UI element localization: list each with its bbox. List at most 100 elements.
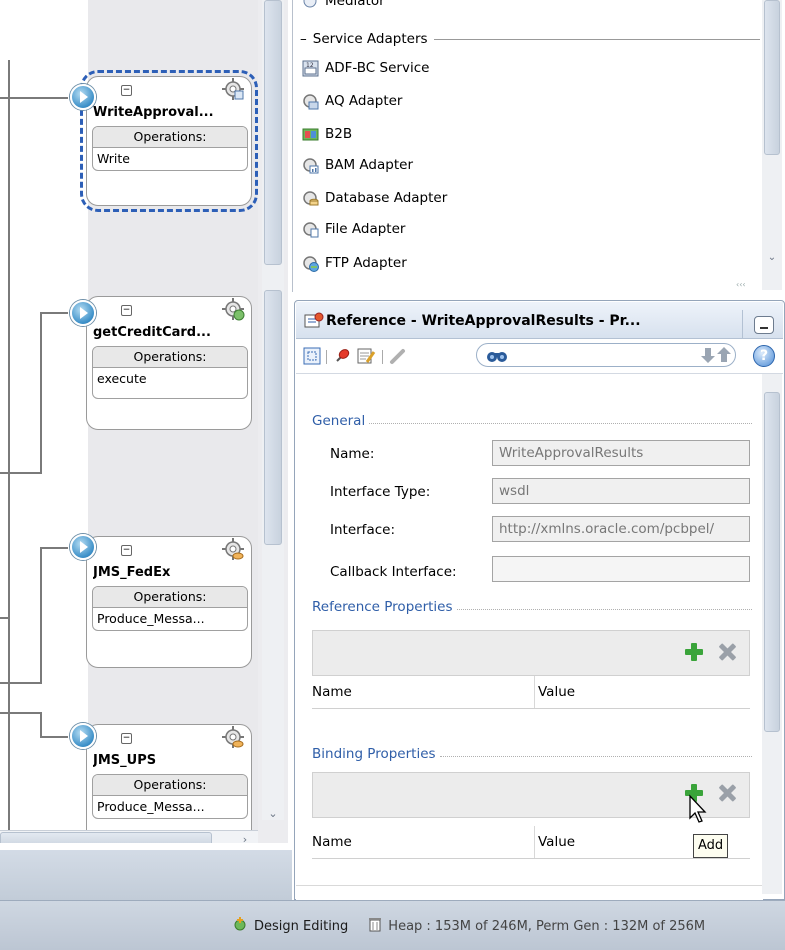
operations-table: Operations: Produce_Messa... [92, 586, 248, 631]
palette-section-service-adapters[interactable]: – Service Adapters [300, 30, 760, 48]
add-property-icon[interactable] [685, 643, 703, 661]
scrollbar-thumb[interactable] [264, 290, 282, 545]
palette-item-label: AQ Adapter [325, 93, 403, 109]
group-heading: General [312, 413, 366, 429]
mouse-pointer-icon [688, 794, 708, 828]
inspector-footer [296, 885, 762, 900]
scroll-right-icon[interactable]: › [236, 832, 254, 843]
inspector-title: Reference - WriteApprovalResults - Pr... [326, 313, 641, 329]
reference-title: JMS_FedEx [93, 565, 171, 580]
name-label: Name: [330, 446, 375, 462]
operations-table: Operations: execute [92, 346, 248, 399]
file-adapter-icon [302, 221, 319, 238]
palette-item-database-adapter[interactable]: Database Adapter [302, 185, 447, 211]
find-previous-up-icon[interactable] [716, 346, 736, 366]
edit-properties-icon[interactable] [356, 346, 376, 366]
collapse-icon[interactable]: − [121, 545, 132, 556]
add-tooltip: Add [693, 834, 729, 858]
composite-canvas[interactable]: − WriteApproval... Operations: Write − g… [0, 0, 288, 843]
operation-item[interactable]: Produce_Messa... [93, 796, 247, 818]
interface-field[interactable]: http://xmlns.oracle.com/pcbpel/ [492, 516, 750, 542]
column-value: Value [538, 684, 576, 700]
delete-property-icon[interactable] [718, 643, 736, 661]
palette-item-aq-adapter[interactable]: AQ Adapter [302, 88, 402, 114]
reference-interface-arrow-icon[interactable] [70, 84, 96, 110]
wire [40, 312, 68, 314]
interface-type-field[interactable]: wsdl [492, 478, 750, 504]
column-divider[interactable] [534, 826, 535, 858]
scrollbar-thumb[interactable] [264, 0, 282, 265]
wire [0, 97, 68, 99]
mediator-icon [302, 0, 319, 10]
group-reference-properties[interactable]: Reference Properties [312, 598, 752, 616]
ftp-adapter-icon [302, 255, 319, 272]
wire [8, 60, 10, 843]
minimize-button[interactable] [754, 316, 774, 334]
scrollbar-thumb[interactable] [0, 832, 212, 843]
svg-text:12: 12 [306, 62, 314, 69]
toolbar-separator [382, 350, 383, 364]
palette-item-file-adapter[interactable]: File Adapter [302, 216, 405, 242]
palette-item-bam-adapter[interactable]: BAM Adapter [302, 152, 413, 178]
property-inspector-icon [304, 312, 324, 334]
collapse-icon[interactable]: − [121, 733, 132, 744]
group-binding-properties[interactable]: Binding Properties [312, 745, 752, 763]
service-gear-icon [221, 297, 245, 325]
reference-title: JMS_UPS [93, 753, 157, 768]
wire [0, 712, 42, 714]
wire [0, 472, 42, 474]
palette-item-ftp-adapter[interactable]: FTP Adapter [302, 250, 407, 276]
pin-icon[interactable] [332, 346, 352, 366]
group-divider [439, 755, 752, 757]
wire [40, 712, 42, 736]
binding-properties-header: Name Value [312, 826, 750, 859]
operation-item[interactable]: Produce_Messa... [93, 608, 247, 630]
resize-grip-icon[interactable]: ‹‹‹ [736, 280, 762, 290]
scroll-down-icon[interactable]: ⌄ [764, 252, 780, 266]
help-button[interactable]: ? [753, 345, 775, 367]
palette-item-b2b[interactable]: B2B [302, 121, 352, 147]
reference-properties-header: Name Value [312, 676, 750, 709]
tab-edge [736, 310, 743, 338]
reference-get-credit-card[interactable]: − getCreditCard... Operations: execute [86, 296, 252, 430]
column-divider[interactable] [534, 676, 535, 708]
b2b-icon [302, 126, 319, 143]
edit-pencil-icon[interactable] [388, 346, 408, 366]
aq-adapter-icon [302, 93, 319, 110]
delete-binding-property-icon[interactable] [718, 784, 736, 802]
collapse-icon[interactable]: − [121, 305, 132, 316]
reference-interface-arrow-icon[interactable] [70, 534, 96, 560]
operation-item[interactable]: Write [93, 148, 247, 170]
garbage-collect-icon[interactable] [368, 916, 382, 936]
name-field[interactable]: WriteApprovalResults [492, 440, 750, 466]
palette-item-label: Mediator [325, 0, 385, 9]
reference-interface-arrow-icon[interactable] [70, 723, 96, 749]
scrollbar-thumb[interactable] [764, 0, 780, 155]
section-divider [433, 38, 760, 40]
interface-type-label: Interface Type: [330, 484, 431, 500]
palette-item-label: BAM Adapter [325, 157, 413, 173]
section-collapse-icon[interactable]: – [300, 31, 307, 47]
palette-item-mediator[interactable]: Mediator [302, 0, 385, 14]
reference-write-approval[interactable]: − WriteApproval... Operations: Write [80, 70, 258, 212]
palette-section-label: Service Adapters [312, 31, 428, 47]
wire [40, 736, 68, 738]
jms-adapter-gear-icon [221, 537, 245, 565]
scroll-down-icon[interactable]: ⌄ [264, 806, 282, 822]
toolbar-separator [326, 350, 327, 364]
palette-item-adf-bc-service[interactable]: 12 ADF-BC Service [302, 55, 429, 81]
group-heading: Binding Properties [312, 746, 436, 762]
reference-jms-fedex[interactable]: − JMS_FedEx Operations: Produce_Messa... [86, 536, 252, 668]
operation-item[interactable]: execute [93, 368, 247, 398]
callback-interface-field[interactable] [492, 556, 750, 582]
find-input[interactable] [476, 343, 736, 367]
scrollbar-thumb[interactable] [764, 392, 780, 732]
interface-label: Interface: [330, 522, 395, 538]
reference-interface-arrow-icon[interactable] [70, 300, 96, 326]
palette-item-label: Database Adapter [325, 190, 448, 206]
group-general[interactable]: General [312, 412, 752, 430]
collapse-icon[interactable]: − [121, 85, 132, 96]
reference-jms-ups[interactable]: − JMS_UPS Operations: Produce_Messa... [86, 724, 252, 843]
select-in-diagram-icon[interactable] [302, 346, 322, 366]
jms-adapter-gear-icon [221, 725, 245, 753]
